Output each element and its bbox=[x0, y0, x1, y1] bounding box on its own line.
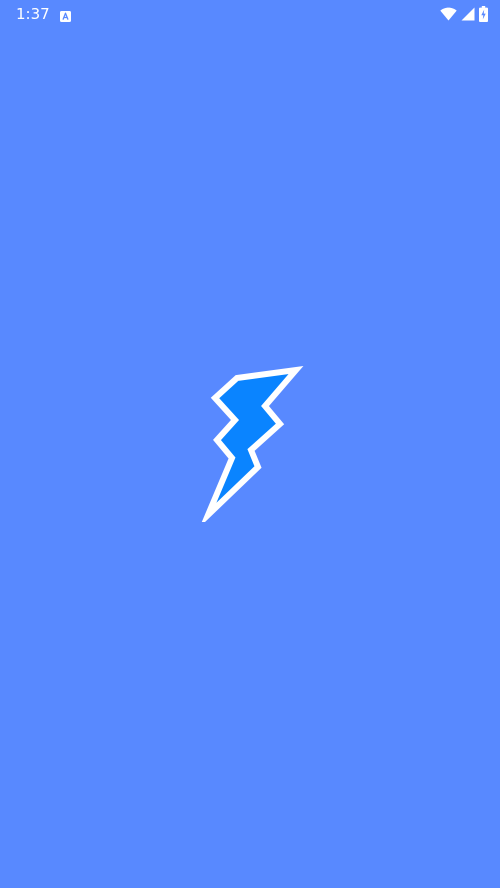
splash-screen: 1:37 bbox=[0, 0, 500, 888]
status-time: 1:37 bbox=[16, 5, 50, 23]
wifi-icon bbox=[440, 7, 457, 21]
lightning-bolt-icon bbox=[199, 362, 304, 528]
battery-charging-icon bbox=[479, 6, 488, 22]
status-icons bbox=[440, 5, 488, 23]
cell-signal-icon bbox=[461, 7, 475, 21]
accessibility-a-icon bbox=[60, 7, 71, 22]
status-bar: 1:37 bbox=[0, 0, 500, 28]
